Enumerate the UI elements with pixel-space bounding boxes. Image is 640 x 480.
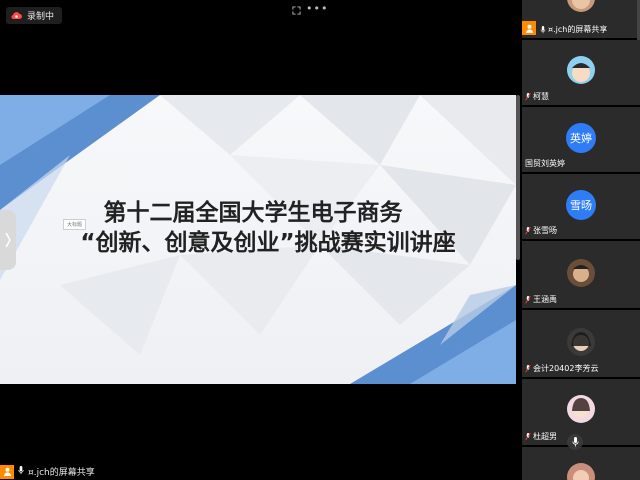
slide-title-line2: “创新、创意及创业”挑战赛实训讲座 [80,230,456,256]
user-icon [3,467,11,476]
mic-muted-icon [525,92,531,100]
participant-name: 杜超男 [525,431,557,442]
share-status-bar: ¤.jch的屏幕共享 [0,463,95,480]
participant-tile[interactable] [522,447,640,480]
expand-icon[interactable] [292,6,301,15]
participant-avatar [567,328,595,356]
participant-avatar [567,463,595,480]
participant-tile[interactable]: 杜超男 [522,379,640,445]
collapse-panel-handle[interactable] [0,210,16,270]
participant-name: 柯慧 [525,91,549,102]
participant-avatar [567,0,595,12]
floating-mic-button[interactable] [567,434,583,450]
mic-icon [18,465,24,478]
chevron-right-icon [5,232,11,248]
participant-avatar: 雪旸 [566,190,596,220]
participant-tile[interactable]: 英婷 国贸刘英婷 [522,107,640,172]
mic-icon [540,25,546,33]
participant-name: ¤.jch的屏幕共享 [540,24,607,35]
participant-name: 王涵禹 [525,294,557,305]
participant-name: 国贸刘英婷 [525,159,565,168]
participant-name: 张雪旸 [525,225,557,236]
mic-muted-icon [525,364,531,372]
user-icon [525,24,533,33]
participant-tile[interactable]: 雪旸 张雪旸 [522,174,640,239]
participant-tile[interactable]: 王涵禹 [522,241,640,308]
participant-avatar [567,259,595,287]
shared-slide: 第十二届全国大学生电子商务 “创新、创意及创业”挑战赛实训讲座 大标题 [0,95,516,384]
mic-muted-icon [525,295,531,303]
participant-tile[interactable]: 会计20402李芳云 [522,310,640,377]
participant-avatar [567,395,595,423]
participant-tile[interactable]: ¤.jch的屏幕共享 [522,0,640,38]
main-stage: 录制中 ••• 第十二届全国大学生电子商务 “创新、创意及创业”挑战赛实训讲座 … [0,0,520,480]
participant-avatar: 英婷 [566,123,596,153]
mic-muted-icon [525,226,531,234]
participant-tile[interactable]: 柯慧 [522,40,640,105]
mic-icon [571,437,579,447]
slide-placeholder-tag: 大标题 [63,219,87,230]
host-badge [0,464,14,479]
participant-avatar [567,56,595,84]
recording-label: 录制中 [27,12,55,22]
participant-name: 会计20402李芳云 [525,363,598,374]
participants-panel: ¤.jch的屏幕共享 柯慧 英婷 国贸刘英婷 雪旸 张雪旸 王涵禹 会计2040… [520,0,640,480]
cloud-record-icon [11,12,22,20]
share-status-label: ¤.jch的屏幕共享 [28,468,95,478]
recording-indicator[interactable]: 录制中 [6,7,63,24]
mic-muted-icon [525,432,531,440]
more-options-icon[interactable]: ••• [306,2,328,15]
host-badge [522,21,536,35]
